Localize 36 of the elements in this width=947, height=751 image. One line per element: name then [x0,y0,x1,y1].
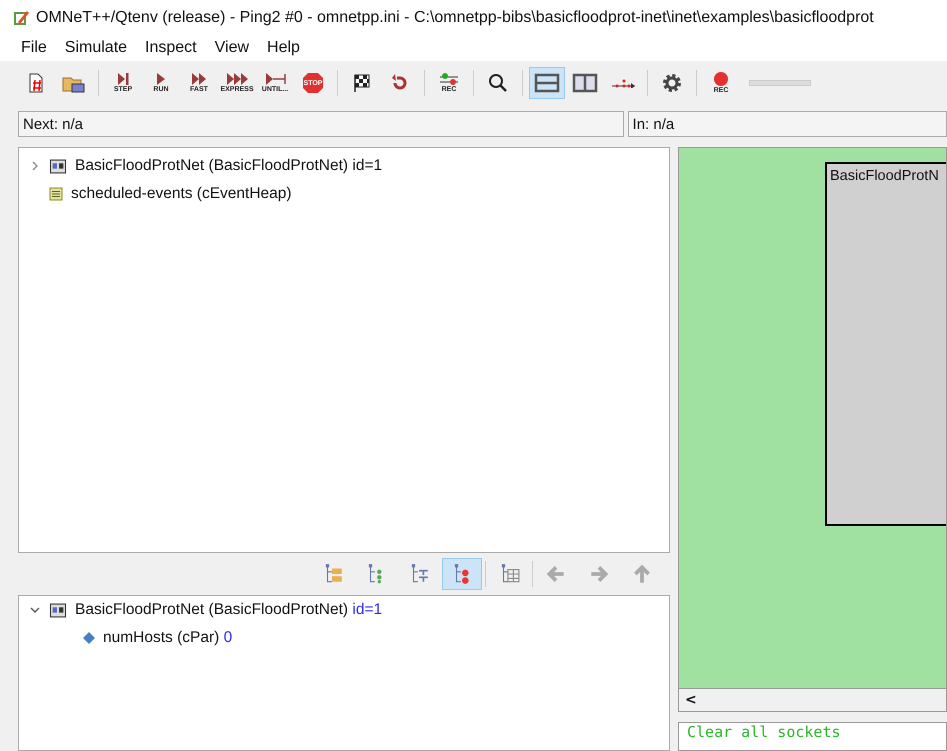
eventrec-icon [439,72,459,86]
expander-icon[interactable] [30,161,40,171]
network-icon [49,158,67,174]
vsplit-icon [570,72,600,94]
hsplit-icon [532,72,562,94]
stop-icon [302,72,324,94]
window-title: OMNeT++/Qtenv (release) - Ping2 #0 - omnetpp.ini - C:\omnetpp-bibs\basicfloodprot-inet\inet\examples\basicfloodprot [36,8,874,26]
speed-slider[interactable] [749,80,811,86]
tree-item[interactable]: BasicFloodProtNet (BasicFloodProtNet) id=1 [75,157,382,175]
step-icon [117,72,129,86]
express-icon [226,72,248,86]
tree-item[interactable]: scheduled-events (cEventHeap) [71,185,292,203]
tree-item[interactable]: numHosts (cPar) 0 [103,629,232,647]
expander-icon[interactable] [30,605,40,615]
menu-item[interactable]: File [12,39,56,57]
network-icon [49,602,67,618]
app-icon [12,8,30,26]
inspector-button[interactable] [442,558,482,590]
menu-item[interactable]: Inspect [136,39,206,57]
record-icon [713,71,729,87]
fast-icon [191,72,207,86]
run-icon [156,72,166,86]
list-icon [49,187,63,201]
menu-item[interactable]: Help [258,39,309,57]
tree-item[interactable]: BasicFloodProtNet (BasicFloodProtNet) id=1 [75,601,382,619]
next-event-field: Next: n/a [18,111,624,137]
module-box[interactable]: BasicFloodProtN [825,162,946,526]
diamond-icon [83,632,95,644]
menu-item[interactable]: View [206,39,258,57]
log-panel: Clear all sockets [678,722,947,751]
menu-item[interactable]: Simulate [56,39,136,57]
horizontal-scrollbar[interactable]: < [678,689,947,712]
in-field: In: n/a [628,111,947,137]
timeline-icon [610,78,636,88]
until-icon [264,72,286,86]
arrow-up-icon [631,563,653,585]
